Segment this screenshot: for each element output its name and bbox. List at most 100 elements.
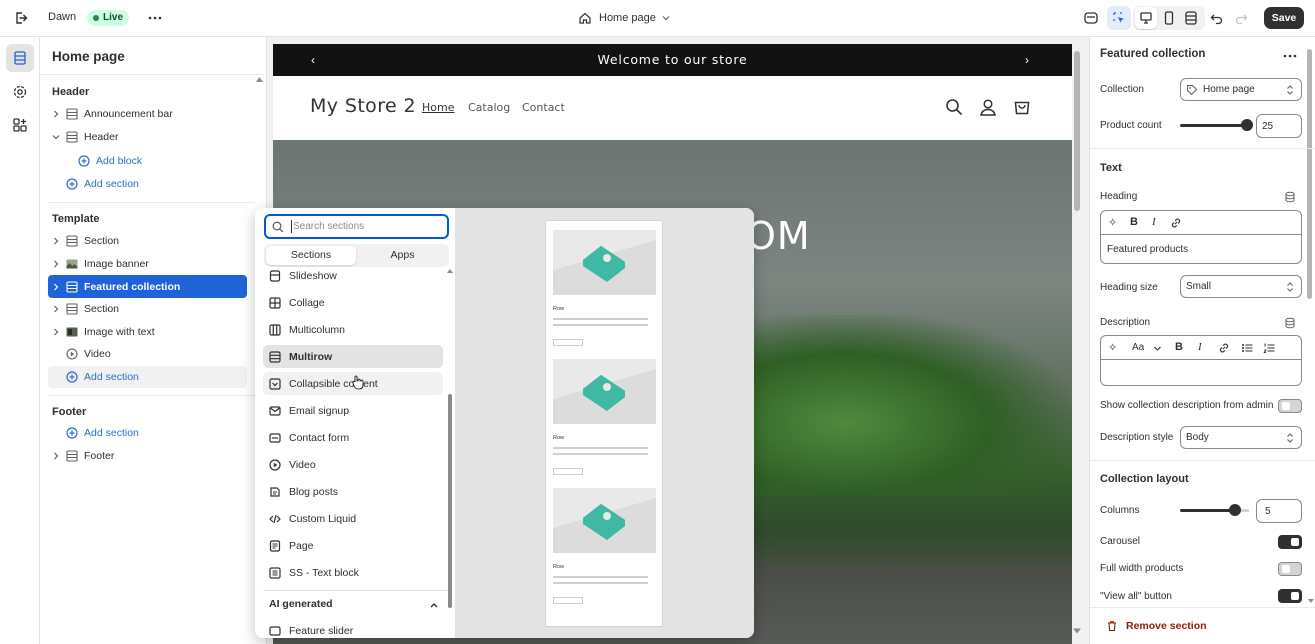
tree-item-announcement-bar[interactable]: Announcement bar [48,103,247,125]
store-logo-title[interactable]: My Store 2 [310,95,416,117]
chevron-right-icon[interactable] [48,110,64,118]
product-count-slider-thumb[interactable] [1241,119,1254,131]
toggle-knob [1291,592,1299,600]
chevron-right-icon[interactable] [48,305,64,313]
carousel-toggle[interactable] [1278,535,1302,549]
tree-item-featured-collection[interactable]: Featured collection [48,275,247,298]
list-item-ss-text-block[interactable]: SS - Text block [263,561,443,584]
settings-gear-icon[interactable] [12,84,28,100]
exit-icon[interactable] [13,10,29,26]
scroll-down-icon[interactable] [1308,598,1314,604]
list-item-email-signup[interactable]: Email signup [263,399,443,422]
page-selector[interactable]: Home page [578,8,672,28]
list-item-page[interactable]: Page [263,534,443,557]
full-width-toggle[interactable] [1278,562,1302,576]
bold-icon[interactable]: B [1175,341,1183,353]
select-tool-icon[interactable] [1107,6,1131,30]
text-block-icon [269,566,283,579]
scroll-up-icon[interactable] [447,268,453,274]
tree-item-section[interactable]: Section [48,230,247,252]
heading-input[interactable]: Featured products [1107,244,1188,255]
tree-item-image-with-text[interactable]: Image with text [48,321,247,343]
undo-icon[interactable] [1209,10,1225,26]
add-block-button[interactable]: Add block [76,150,247,172]
tree-item-header[interactable]: Header [48,126,247,148]
desktop-icon[interactable] [1135,7,1157,29]
search-icon[interactable] [945,98,963,116]
list-item-multirow[interactable]: Multirow [263,345,443,368]
columns-input[interactable]: 5 [1256,499,1302,523]
more-icon[interactable] [147,10,163,26]
chevron-down-icon[interactable] [48,133,64,141]
redo-icon[interactable] [1233,10,1249,26]
list-item-custom-liquid[interactable]: Custom Liquid [263,507,443,530]
list-item-blog-posts[interactable]: Blog posts [263,480,443,503]
list-item-multicolumn[interactable]: Multicolumn [263,318,443,341]
list-item-video[interactable]: Video [263,453,443,476]
chevron-right-icon[interactable] [48,328,64,336]
sections-icon[interactable] [6,44,34,72]
product-count-input[interactable]: 25 [1256,114,1302,138]
apps-icon[interactable] [12,117,28,133]
product-count-slider[interactable] [1180,124,1250,127]
add-section-header-button[interactable]: Add section [64,173,247,195]
chevron-right-icon[interactable] [48,260,64,268]
list-item-label: Collage [289,296,325,309]
nav-catalog[interactable]: Catalog [468,101,510,114]
list-item-label: Contact form [289,431,350,444]
tree-item-section-2[interactable]: Section [48,298,247,320]
columns-slider-thumb[interactable] [1229,504,1242,516]
link-icon[interactable] [1170,217,1182,229]
list-item-feature-slider[interactable]: Feature slider [263,619,443,638]
cart-icon[interactable] [1013,98,1031,116]
chevron-right-icon[interactable] [48,452,64,460]
fullscreen-icon[interactable] [1180,7,1202,29]
chevron-right-icon[interactable] [48,237,64,245]
add-section-footer-button[interactable]: Add section [64,422,247,444]
collection-select[interactable]: Home page [1180,78,1302,101]
description-style-select[interactable]: Body [1180,426,1302,449]
scroll-down-icon[interactable] [1073,627,1081,635]
ai-generated-group[interactable]: AI generated [269,598,439,612]
more-icon[interactable] [1282,48,1298,64]
account-icon[interactable] [979,98,997,116]
view-all-toggle[interactable] [1278,589,1302,603]
inspector-icon[interactable] [1083,10,1099,26]
remove-section-button[interactable]: Remove section [1106,618,1207,634]
ai-sparkle-icon[interactable]: ✧ [1108,341,1117,354]
tree-item-image-banner[interactable]: Image banner [48,253,247,275]
list-item-contact-form[interactable]: Contact form [263,426,443,449]
preview-scrollbar[interactable] [1074,51,1080,211]
settings-scrollbar[interactable] [1307,49,1312,299]
tree-item-video[interactable]: Video [48,343,247,365]
search-sections-input[interactable]: Search sections [264,214,449,239]
tab-apps[interactable]: Apps [358,246,447,265]
list-item-slideshow[interactable]: Slideshow [263,264,443,287]
heading-size-select[interactable]: Small [1180,275,1302,298]
mobile-icon[interactable] [1158,7,1180,29]
numbered-list-icon[interactable] [1263,342,1275,354]
description-input[interactable] [1101,360,1301,385]
nav-home[interactable]: Home [422,101,454,114]
tab-sections[interactable]: Sections [266,246,356,265]
database-icon[interactable] [1284,191,1296,203]
save-button[interactable]: Save [1264,7,1304,29]
show-description-toggle[interactable] [1278,399,1302,413]
database-icon[interactable] [1284,317,1296,329]
list-scrollbar[interactable] [448,394,452,608]
scroll-up-icon[interactable] [256,76,263,83]
bold-icon[interactable]: B [1130,216,1138,228]
add-section-template-button[interactable]: Add section [48,366,247,388]
bullet-list-icon[interactable] [1241,342,1253,354]
ai-sparkle-icon[interactable]: ✧ [1108,216,1117,229]
text-style-icon[interactable]: Aa [1132,342,1144,353]
list-item-collage[interactable]: Collage [263,291,443,314]
tree-item-footer[interactable]: Footer [48,445,247,467]
nav-contact[interactable]: Contact [522,101,565,114]
chevron-right-icon[interactable] [48,283,64,291]
chevron-right-icon[interactable]: › [1025,53,1029,67]
preview-image [553,359,656,424]
link-icon[interactable] [1218,342,1230,354]
italic-icon[interactable]: I [1198,341,1202,353]
italic-icon[interactable]: I [1152,216,1156,228]
